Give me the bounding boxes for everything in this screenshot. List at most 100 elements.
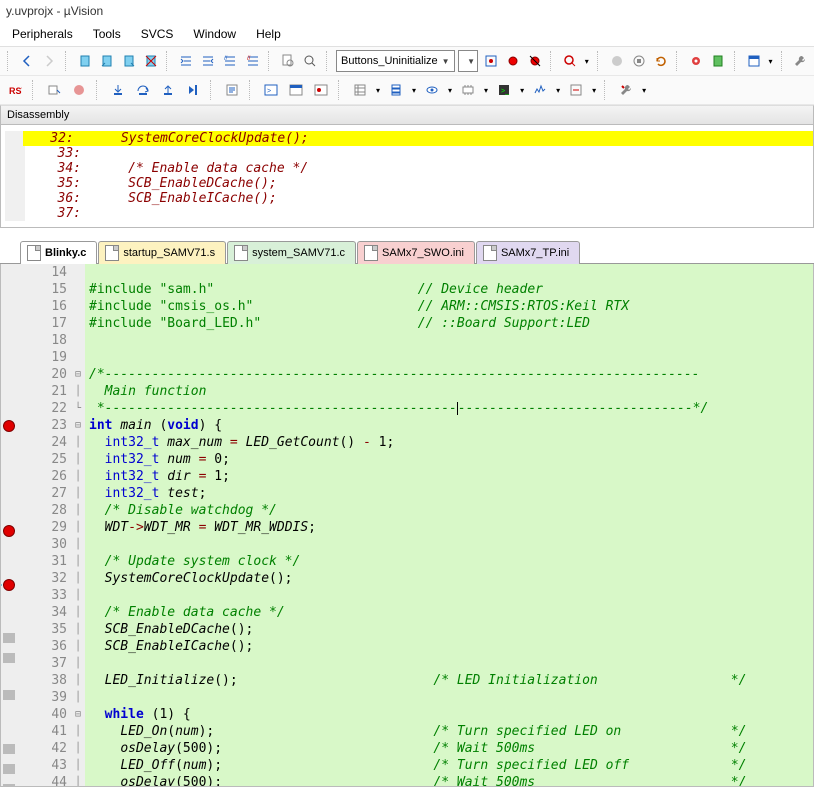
window-icon[interactable] <box>744 50 763 72</box>
code-editor[interactable]: 1415161718192021222324252627282930313233… <box>0 264 814 787</box>
code-line[interactable]: osDelay(500); /* Wait 500ms */ <box>89 774 813 787</box>
tab-samx7_tp-ini[interactable]: SAMx7_TP.ini <box>476 241 580 264</box>
chevron-down-icon[interactable]: ▾ <box>410 82 418 99</box>
disassembly-panel[interactable]: 32: SystemCoreClockUpdate();33: 34: /* E… <box>0 125 814 228</box>
code-line[interactable] <box>89 349 813 366</box>
bookmark-toggle-icon[interactable] <box>75 50 94 72</box>
tab-blinky-c[interactable]: Blinky.c <box>20 241 97 264</box>
bookmark-prev-icon[interactable] <box>97 50 116 72</box>
trace-icon[interactable] <box>565 79 587 101</box>
settings-red-icon[interactable] <box>687 50 706 72</box>
code-line[interactable]: while (1) { <box>89 706 813 723</box>
chevron-down-icon[interactable]: ▾ <box>766 53 774 70</box>
code-line[interactable]: SCB_EnableICache(); <box>89 638 813 655</box>
chevron-down-icon[interactable]: ▾ <box>518 82 526 99</box>
tab-samx7_swo-ini[interactable]: SAMx7_SWO.ini <box>357 241 475 264</box>
code-line[interactable]: SCB_EnableDCache(); <box>89 621 813 638</box>
code-line[interactable]: /*--------------------------------------… <box>89 366 813 383</box>
chevron-down-icon[interactable]: ▾ <box>640 82 648 99</box>
code-line[interactable]: int32_t max_num = LED_GetCount() - 1; <box>89 434 813 451</box>
outdent-icon[interactable] <box>199 50 218 72</box>
code-line[interactable]: #include "sam.h" // Device header <box>89 281 813 298</box>
code-line[interactable]: #include "Board_LED.h" // ::Board Suppor… <box>89 315 813 332</box>
code-line[interactable] <box>89 332 813 349</box>
watch-icon[interactable] <box>421 79 443 101</box>
kill-bp-icon[interactable] <box>525 50 544 72</box>
stop-icon[interactable] <box>629 50 648 72</box>
comment-icon[interactable]: // <box>221 50 240 72</box>
symbols-icon[interactable] <box>310 79 332 101</box>
debug-run-icon[interactable] <box>561 50 580 72</box>
tab-system_samv71-c[interactable]: system_SAMV71.c <box>227 241 356 264</box>
uncomment-icon[interactable]: // <box>243 50 262 72</box>
chevron-down-icon[interactable]: ▾ <box>583 53 591 70</box>
step-out-icon[interactable] <box>157 79 179 101</box>
toolbox-icon[interactable] <box>615 79 637 101</box>
run-icon[interactable] <box>43 79 65 101</box>
wrench-icon[interactable] <box>791 50 810 72</box>
search-icon[interactable] <box>301 50 320 72</box>
tab-startup_samv71-s[interactable]: startup_SAMV71.s <box>98 241 226 264</box>
code-line[interactable] <box>89 536 813 553</box>
chevron-down-icon[interactable]: ▾ <box>482 82 490 99</box>
analyzer-icon[interactable] <box>529 79 551 101</box>
code-line[interactable]: #include "cmsis_os.h" // ARM::CMSIS:RTOS… <box>89 298 813 315</box>
code-line[interactable]: WDT->WDT_MR = WDT_MR_WDDIS; <box>89 519 813 536</box>
code-line[interactable]: int32_t test; <box>89 485 813 502</box>
code-line[interactable]: int32_t dir = 1; <box>89 468 813 485</box>
find-in-files-icon[interactable] <box>278 50 297 72</box>
code-line[interactable]: int32_t num = 0; <box>89 451 813 468</box>
record-icon[interactable] <box>607 50 626 72</box>
cmd-window-icon[interactable]: > <box>260 79 282 101</box>
menu-window[interactable]: Window <box>185 24 244 44</box>
code-line[interactable] <box>89 655 813 672</box>
indent-icon[interactable] <box>177 50 196 72</box>
code-line[interactable]: int main (void) { <box>89 417 813 434</box>
reset-icon[interactable]: RST <box>4 79 26 101</box>
menu-tools[interactable]: Tools <box>85 24 129 44</box>
code-line[interactable]: *---------------------------------------… <box>89 400 813 417</box>
refresh-icon[interactable] <box>651 50 670 72</box>
menu-svcs[interactable]: SVCS <box>133 24 182 44</box>
menu-peripherals[interactable]: Peripherals <box>4 24 81 44</box>
breakpoint-icon[interactable] <box>3 420 15 432</box>
call-stack-icon[interactable] <box>385 79 407 101</box>
bookmark-next-icon[interactable] <box>119 50 138 72</box>
breakpoint-icon[interactable] <box>3 525 15 537</box>
code-line[interactable]: LED_Initialize(); /* LED Initialization … <box>89 672 813 689</box>
code-line[interactable]: LED_On(num); /* Turn specified LED on */ <box>89 723 813 740</box>
breakpoint-current-icon[interactable] <box>3 579 15 591</box>
code-line[interactable]: /* Enable data cache */ <box>89 604 813 621</box>
run-to-cursor-icon[interactable] <box>182 79 204 101</box>
step-into-icon[interactable] <box>107 79 129 101</box>
code-line[interactable]: SystemCoreClockUpdate(); <box>89 570 813 587</box>
disasm-window-icon[interactable] <box>285 79 307 101</box>
empty-combo[interactable]: ▼ <box>458 50 478 72</box>
code-line[interactable]: /* Update system clock */ <box>89 553 813 570</box>
target-combo[interactable]: Buttons_Uninitialize▼ <box>336 50 455 72</box>
insert-bp-icon[interactable] <box>503 50 522 72</box>
code-line[interactable]: /* Disable watchdog */ <box>89 502 813 519</box>
serial-icon[interactable]: >_ <box>493 79 515 101</box>
code-line[interactable] <box>89 587 813 604</box>
menu-help[interactable]: Help <box>248 24 289 44</box>
book-icon[interactable] <box>709 50 728 72</box>
chevron-down-icon[interactable]: ▾ <box>590 82 598 99</box>
code-line[interactable]: LED_Off(num); /* Turn specified LED off … <box>89 757 813 774</box>
code-line[interactable] <box>89 689 813 706</box>
halt-icon[interactable] <box>68 79 90 101</box>
regs-icon[interactable] <box>349 79 371 101</box>
code-line[interactable] <box>89 264 813 281</box>
step-over-icon[interactable] <box>132 79 154 101</box>
code-line[interactable]: Main function <box>89 383 813 400</box>
show-disasm-icon[interactable] <box>221 79 243 101</box>
memory-icon[interactable] <box>457 79 479 101</box>
debug-start-icon[interactable] <box>481 50 500 72</box>
chevron-down-icon[interactable]: ▾ <box>554 82 562 99</box>
code-line[interactable]: osDelay(500); /* Wait 500ms */ <box>89 740 813 757</box>
nav-back-icon[interactable] <box>17 50 36 72</box>
chevron-down-icon[interactable]: ▾ <box>446 82 454 99</box>
bookmark-clear-icon[interactable] <box>141 50 160 72</box>
chevron-down-icon[interactable]: ▾ <box>374 82 382 99</box>
nav-fwd-icon[interactable] <box>40 50 59 72</box>
